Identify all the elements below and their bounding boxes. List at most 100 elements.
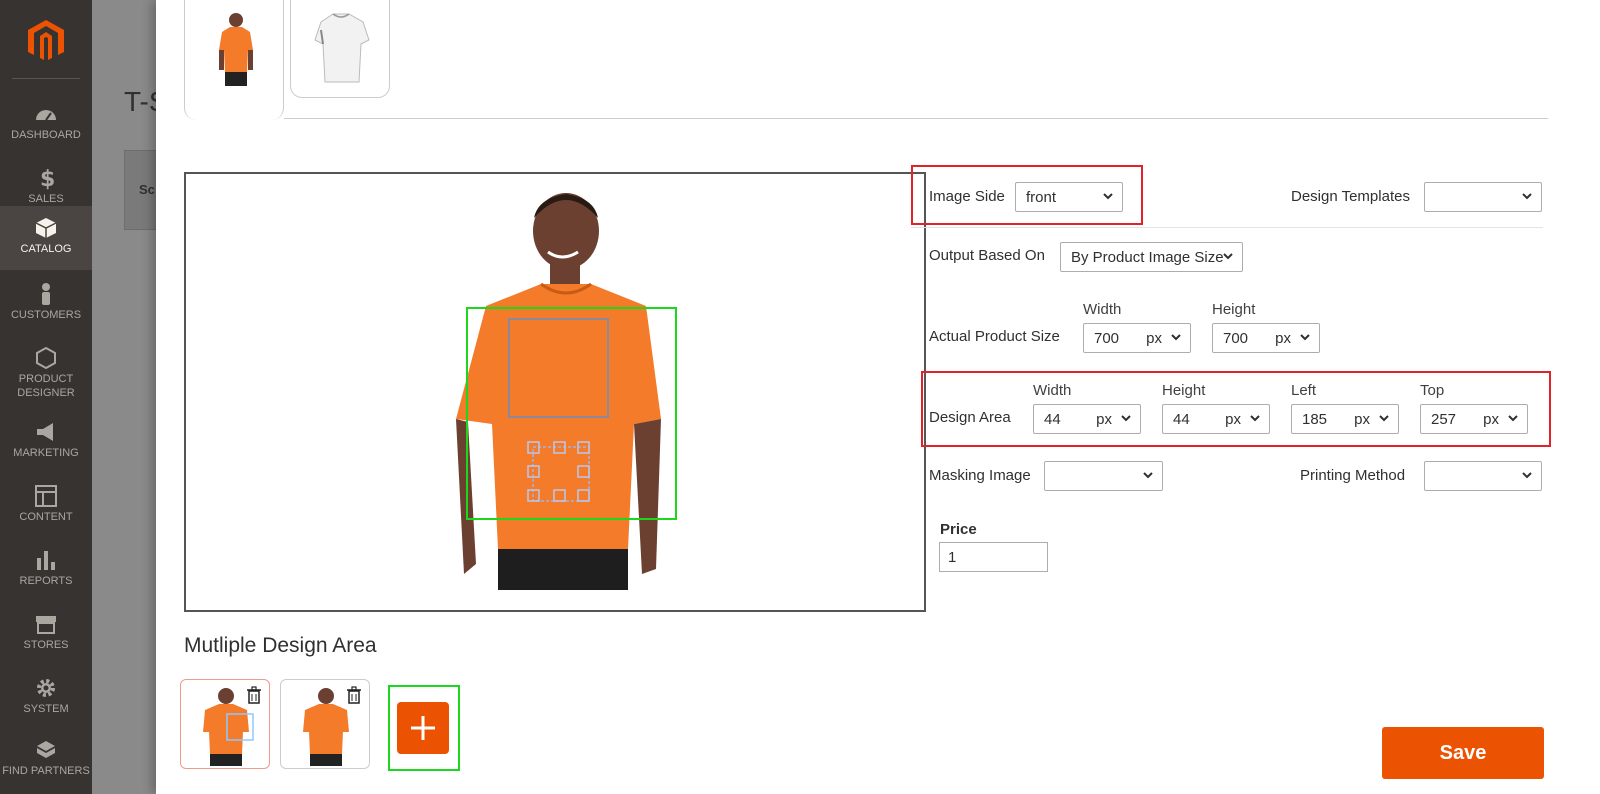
- area-top-value: 257: [1431, 411, 1457, 428]
- front-shirt-thumbnail: [219, 13, 253, 86]
- unit-label: px: [1354, 411, 1370, 428]
- chevron-down-icon: [1223, 253, 1233, 260]
- dashboard-icon: [36, 110, 56, 121]
- image-side-select[interactable]: front: [1015, 182, 1123, 212]
- masking-image-label: Masking Image: [929, 467, 1031, 484]
- sidebar-item-label: MARKETING: [13, 447, 79, 459]
- store-icon: [36, 616, 56, 634]
- actual-width-input[interactable]: 700 px: [1083, 323, 1191, 353]
- output-based-on-value: By Product Image Size: [1071, 249, 1224, 266]
- output-based-on-label: Output Based On: [929, 247, 1045, 264]
- sidebar-item-label: CATALOG: [20, 243, 72, 255]
- area-height-input[interactable]: 44 px: [1162, 404, 1270, 434]
- area-width-value: 44: [1044, 411, 1061, 428]
- price-input[interactable]: 1: [939, 542, 1048, 572]
- sidebar-item-stores[interactable]: STORES: [0, 602, 92, 666]
- area-width-input[interactable]: 44 px: [1033, 404, 1141, 434]
- gear-icon: [37, 679, 55, 697]
- output-based-on-select[interactable]: By Product Image Size: [1060, 242, 1243, 272]
- chevron-down-icon: [1103, 193, 1113, 200]
- tab-front-image[interactable]: [184, 0, 284, 120]
- price-label: Price: [940, 521, 977, 538]
- back-shirt-thumbnail: [314, 13, 370, 83]
- sidebar-item-label: DASHBOARD: [11, 129, 81, 141]
- svg-text:$: $: [40, 167, 55, 190]
- area-height-value: 44: [1173, 411, 1190, 428]
- section-divider: [911, 227, 1543, 228]
- chevron-down-icon: [1250, 415, 1260, 422]
- sidebar-item-product-designer[interactable]: PRODUCT DESIGNER: [0, 336, 92, 408]
- sidebar-item-label: SYSTEM: [23, 703, 69, 715]
- image-side-label: Image Side: [929, 188, 1005, 205]
- chevron-down-icon: [1121, 415, 1131, 422]
- area-height-label: Height: [1162, 382, 1206, 399]
- sidebar-item-marketing[interactable]: MARKETING: [0, 410, 92, 474]
- unit-label: px: [1483, 411, 1499, 428]
- chevron-down-icon: [1522, 193, 1532, 200]
- sidebar-item-dashboard[interactable]: DASHBOARD: [0, 92, 92, 156]
- sidebar-item-label: CONTENT: [19, 511, 73, 523]
- printing-method-label: Printing Method: [1300, 467, 1406, 484]
- actual-width-value: 700: [1094, 330, 1120, 347]
- sidebar-item-content[interactable]: CONTENT: [0, 474, 92, 538]
- actual-height-label: Height: [1212, 301, 1256, 318]
- product-canvas[interactable]: [184, 172, 926, 612]
- megaphone-icon: [37, 423, 53, 441]
- design-area-thumb[interactable]: [180, 679, 270, 769]
- unit-label: px: [1275, 330, 1291, 347]
- sidebar-item-label: STORES: [23, 639, 69, 651]
- sidebar-item-find-partners[interactable]: FIND PARTNERS: [0, 728, 92, 794]
- printing-method-select[interactable]: [1424, 461, 1542, 491]
- layout-icon: [35, 485, 57, 507]
- delete-icon[interactable]: [345, 686, 363, 704]
- sidebar-item-label: REPORTS: [19, 575, 73, 587]
- actual-height-input[interactable]: 700 px: [1212, 323, 1320, 353]
- person-icon: [42, 283, 50, 305]
- chevron-down-icon: [1379, 415, 1389, 422]
- area-left-label: Left: [1291, 382, 1317, 399]
- magento-logo[interactable]: [26, 18, 66, 62]
- area-width-label: Width: [1033, 382, 1072, 399]
- save-button[interactable]: Save: [1382, 727, 1544, 779]
- multiple-design-area-title: Mutliple Design Area: [184, 634, 377, 657]
- design-templates-label: Design Templates: [1291, 188, 1410, 205]
- tabs-divider: [284, 118, 1548, 119]
- chevron-down-icon: [1143, 472, 1153, 479]
- area-top-input[interactable]: 257 px: [1420, 404, 1528, 434]
- product-image: [456, 193, 677, 590]
- design-templates-select[interactable]: [1424, 182, 1542, 212]
- hexagon-icon: [36, 346, 56, 370]
- sidebar-item-reports[interactable]: REPORTS: [0, 538, 92, 602]
- design-area-thumb[interactable]: [280, 679, 370, 769]
- tab-back-image[interactable]: [290, 0, 390, 98]
- sidebar-item-label: FIND PARTNERS: [2, 765, 90, 777]
- chevron-down-icon: [1508, 415, 1518, 422]
- chevron-down-icon: [1300, 334, 1310, 341]
- sidebar-item-customers[interactable]: CUSTOMERS: [0, 272, 92, 336]
- delete-icon[interactable]: [245, 686, 263, 704]
- blocks-icon: [37, 741, 55, 758]
- cube-icon: [35, 218, 57, 238]
- masking-image-select[interactable]: [1044, 461, 1163, 491]
- sidebar-item-label: CUSTOMERS: [10, 309, 82, 321]
- add-design-area-button[interactable]: [397, 702, 449, 754]
- plus-icon: [411, 716, 435, 740]
- area-left-value: 185: [1302, 411, 1328, 428]
- actual-width-label: Width: [1083, 301, 1122, 318]
- actual-product-size-label: Actual Product Size: [929, 328, 1060, 345]
- unit-label: px: [1146, 330, 1162, 347]
- admin-sidebar: DASHBOARD $ SALES CATALOG CUSTOMERS PROD…: [0, 0, 92, 794]
- price-value: 1: [948, 549, 957, 566]
- background-panel-label: Sc: [139, 182, 155, 197]
- area-left-input[interactable]: 185 px: [1291, 404, 1399, 434]
- unit-label: px: [1225, 411, 1241, 428]
- sidebar-item-catalog[interactable]: CATALOG: [0, 206, 92, 270]
- chevron-down-icon: [1171, 334, 1181, 341]
- image-side-value: front: [1026, 189, 1057, 206]
- unit-label: px: [1096, 411, 1112, 428]
- sidebar-item-label: PRODUCT DESIGNER: [17, 373, 75, 399]
- design-area-label: Design Area: [929, 409, 1011, 426]
- sidebar-item-system[interactable]: SYSTEM: [0, 666, 92, 730]
- chevron-down-icon: [1522, 472, 1532, 479]
- dollar-icon: $: [40, 167, 55, 190]
